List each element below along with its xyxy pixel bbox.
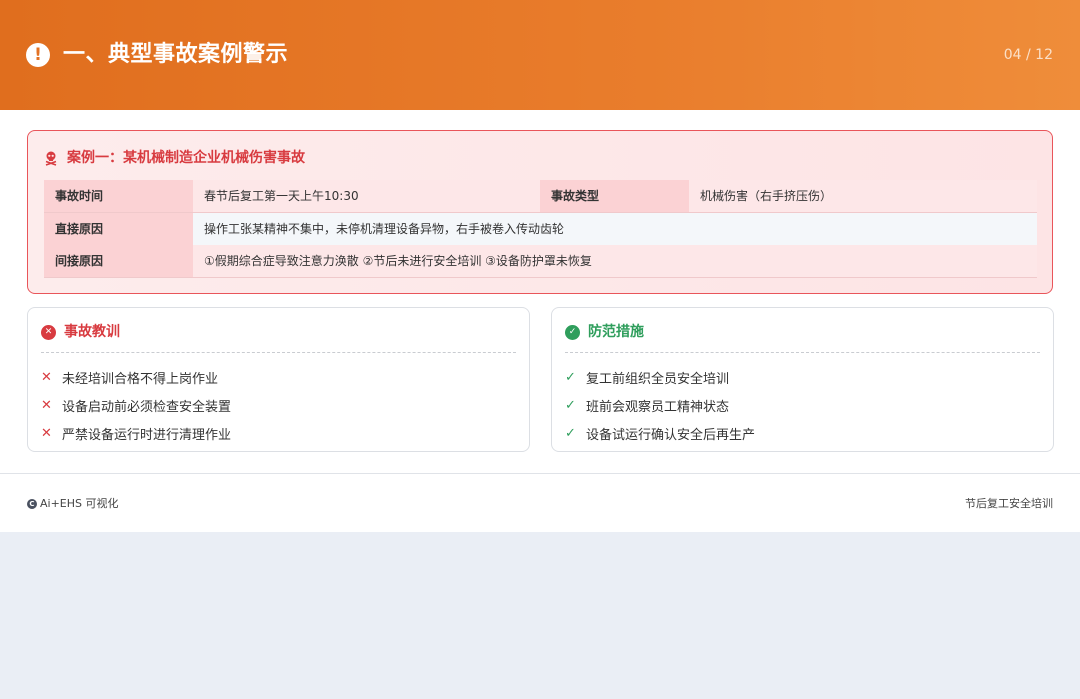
case-info-table: 事故时间 春节后复工第一天上午10:30 事故类型 机械伤害（右手挤压伤） 直接…: [44, 180, 1037, 278]
list-item: ✕ 未经培训合格不得上岗作业: [41, 363, 231, 391]
x-icon: ✕: [41, 425, 52, 441]
list-item: ✕ 设备启动前必须检查安全装置: [41, 391, 231, 419]
table-row: 直接原因 操作工张某精神不集中，未停机清理设备异物，右手被卷入传动齿轮: [44, 212, 1037, 245]
list-item-text: 班前会观察员工精神状态: [586, 399, 730, 415]
x-icon: ✕: [41, 369, 52, 385]
case-title: 案例一：某机械制造企业机械伤害事故: [43, 148, 305, 168]
case-panel: 案例一：某机械制造企业机械伤害事故 事故时间 春节后复工第一天上午10:30 事…: [27, 130, 1053, 294]
skull-icon: [43, 150, 59, 166]
list-item-text: 设备试运行确认安全后再生产: [586, 427, 756, 443]
measures-card: ✓ 防范措施 ✓ 复工前组织全员安全培训 ✓ 班前会观察员工精神状态 ✓ 设备试运行确…: [551, 307, 1054, 452]
check-icon: ✓: [565, 397, 576, 413]
footer-brand: C Ai+EHS 可视化: [27, 496, 119, 512]
header-bar: ! 一、典型事故案例警示 04 / 12: [0, 0, 1080, 110]
check-icon: ✓: [565, 369, 576, 385]
x-circle-icon: ✕: [41, 324, 56, 340]
lessons-title: 事故教训: [64, 324, 120, 340]
exclamation-icon: !: [26, 43, 50, 67]
direct-cause-label: 直接原因: [44, 212, 193, 245]
divider: [41, 352, 516, 353]
list-item: ✓ 复工前组织全员安全培训: [565, 363, 755, 391]
measures-title: 防范措施: [588, 324, 644, 340]
list-item-text: 严禁设备运行时进行清理作业: [62, 427, 232, 443]
slide: ! 一、典型事故案例警示 04 / 12 案例一：某机械制造企业机械伤害事故 事…: [0, 0, 1080, 532]
type-label: 事故类型: [540, 180, 689, 212]
time-label: 事故时间: [44, 180, 193, 212]
table-row: 间接原因 ①假期综合症导致注意力涣散 ②节后未进行安全培训 ③设备防护罩未恢复: [44, 245, 1037, 278]
measures-list: ✓ 复工前组织全员安全培训 ✓ 班前会观察员工精神状态 ✓ 设备试运行确认安全后再生产: [565, 363, 755, 447]
direct-cause-value: 操作工张某精神不集中，未停机清理设备异物，右手被卷入传动齿轮: [193, 212, 1037, 245]
time-value: 春节后复工第一天上午10:30: [193, 180, 540, 212]
case-title-text: 案例一：某机械制造企业机械伤害事故: [67, 150, 305, 166]
lessons-card: ✕ 事故教训 ✕ 未经培训合格不得上岗作业 ✕ 设备启动前必须检查安全装置 ✕ 严禁设…: [27, 307, 530, 452]
footer-course: 节后复工安全培训: [965, 497, 1053, 510]
divider: [565, 352, 1040, 353]
list-item: ✓ 设备试运行确认安全后再生产: [565, 419, 755, 447]
list-item-text: 未经培训合格不得上岗作业: [62, 371, 219, 387]
page-title: 一、典型事故案例警示: [63, 42, 289, 67]
brand-text: Ai+EHS 可视化: [40, 497, 119, 510]
page-indicator: 04 / 12: [1003, 47, 1053, 63]
measures-heading: ✓ 防范措施: [565, 322, 644, 342]
indirect-cause-label: 间接原因: [44, 245, 193, 277]
x-icon: ✕: [41, 397, 52, 413]
check-circle-icon: ✓: [565, 324, 580, 340]
lessons-heading: ✕ 事故教训: [41, 322, 120, 342]
list-item: ✓ 班前会观察员工精神状态: [565, 391, 755, 419]
lessons-list: ✕ 未经培训合格不得上岗作业 ✕ 设备启动前必须检查安全装置 ✕ 严禁设备运行时进行清…: [41, 363, 231, 447]
footer-divider: [0, 473, 1080, 474]
list-item: ✕ 严禁设备运行时进行清理作业: [41, 419, 231, 447]
check-icon: ✓: [565, 425, 576, 441]
table-row: 事故时间 春节后复工第一天上午10:30 事故类型 机械伤害（右手挤压伤）: [44, 180, 1037, 213]
type-value: 机械伤害（右手挤压伤）: [689, 180, 1037, 212]
list-item-text: 设备启动前必须检查安全装置: [62, 399, 232, 415]
indirect-cause-value: ①假期综合症导致注意力涣散 ②节后未进行安全培训 ③设备防护罩未恢复: [193, 245, 1037, 277]
copyright-icon: C: [27, 499, 37, 509]
list-item-text: 复工前组织全员安全培训: [586, 371, 730, 387]
